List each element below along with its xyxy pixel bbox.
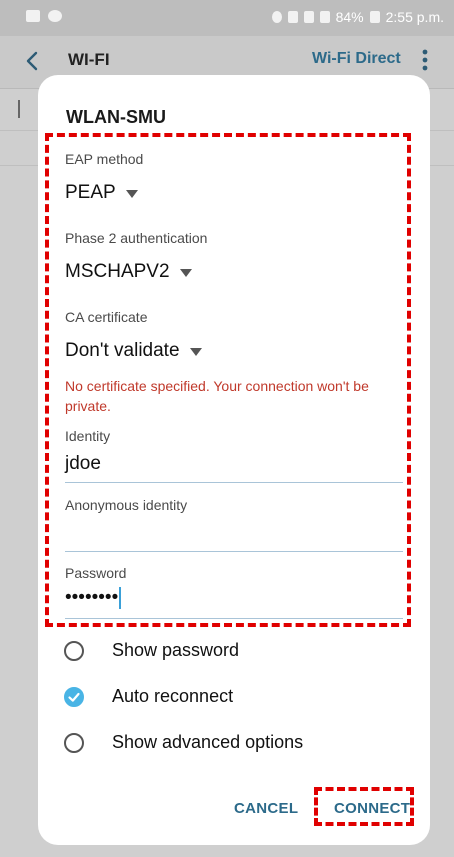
auto-reconnect-checkbox[interactable] [64,686,84,707]
show-advanced-checkbox[interactable] [64,732,84,753]
status-bar: 84% 2:55 p.m. [0,0,454,36]
connect-highlight-box [314,787,414,826]
status-right: 84% 2:55 p.m. [271,9,444,25]
page-title: WI-FI [68,50,110,69]
volte-icon [287,11,298,23]
signal-icon [319,11,330,23]
show-password-label: Show password [112,640,240,660]
wifi-direct-button[interactable]: Wi-Fi Direct [312,50,401,68]
show-advanced-option[interactable]: Show advanced options [64,732,303,753]
cancel-button[interactable]: CANCEL [234,800,298,817]
network-4g-icon [303,11,314,23]
show-password-checkbox[interactable] [64,640,84,661]
auto-reconnect-label: Auto reconnect [112,686,234,706]
status-left-icons [26,10,62,22]
gallery-icon [26,10,40,22]
dialog-title: WLAN-SMU [66,107,166,127]
alarm-icon [271,11,282,23]
battery-icon [369,11,380,23]
credentials-highlight-box [45,133,411,627]
status-time: 2:55 p.m. [385,9,444,25]
more-options-icon[interactable] [420,48,430,72]
back-arrow-icon[interactable] [22,50,44,72]
battery-percent: 84% [335,9,364,25]
auto-reconnect-option[interactable]: Auto reconnect [64,686,233,707]
chat-icon [48,10,62,22]
show-advanced-label: Show advanced options [112,732,304,752]
background-list-edge [18,100,28,118]
show-password-option[interactable]: Show password [64,640,239,661]
checkmark-icon [68,692,80,702]
